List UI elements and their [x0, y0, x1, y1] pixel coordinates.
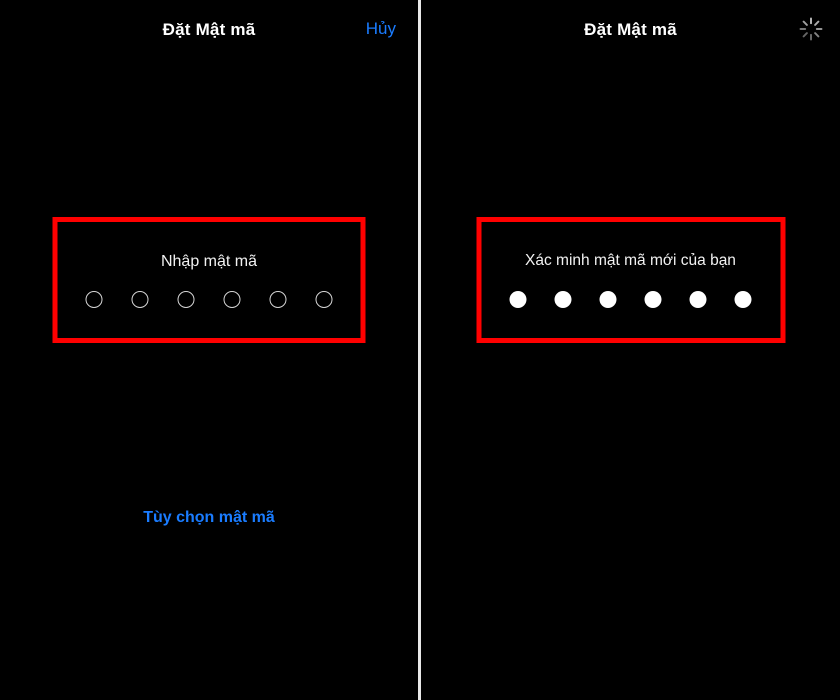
passcode-dot: [734, 290, 752, 308]
loading-spinner-icon: [798, 16, 824, 42]
passcode-dot: [131, 291, 149, 309]
passcode-dot: [554, 290, 572, 308]
passcode-dot: [177, 291, 195, 309]
page-title: Đặt Mật mã: [162, 19, 256, 39]
page-title: Đặt Mật mã: [584, 19, 677, 39]
passcode-dot: [509, 290, 527, 308]
panel-enter-passcode: Đặt Mật mã Hủy Nhập mật mã Tùy chọn mật …: [0, 0, 418, 700]
dual-screenshot-container: Đặt Mật mã Hủy Nhập mật mã Tùy chọn mật …: [0, 0, 840, 700]
passcode-dots-empty[interactable]: [85, 291, 333, 309]
passcode-options-link[interactable]: Tùy chọn mật mã: [143, 509, 275, 527]
passcode-dot: [223, 291, 241, 309]
passcode-dots-filled[interactable]: [509, 290, 752, 308]
passcode-entry-highlight-box: Nhập mật mã: [52, 217, 366, 343]
passcode-dot: [269, 291, 287, 309]
passcode-dot: [315, 291, 333, 309]
passcode-dot: [689, 290, 707, 308]
passcode-dot: [644, 290, 662, 308]
navbar-right: Đặt Mật mã: [421, 0, 840, 58]
passcode-dot: [85, 291, 103, 309]
passcode-prompt-label: Xác minh mật mã mới của bạn: [525, 252, 736, 270]
passcode-dot: [599, 290, 617, 308]
navbar-left: Đặt Mật mã Hủy: [0, 0, 418, 58]
panel-verify-passcode: Đặt Mật mã Xác minh mật mã mới của bạn: [421, 0, 840, 700]
cancel-button[interactable]: Hủy: [366, 19, 396, 39]
passcode-prompt-label: Nhập mật mã: [160, 252, 258, 270]
passcode-verify-highlight-box: Xác minh mật mã mới của bạn: [476, 217, 785, 343]
